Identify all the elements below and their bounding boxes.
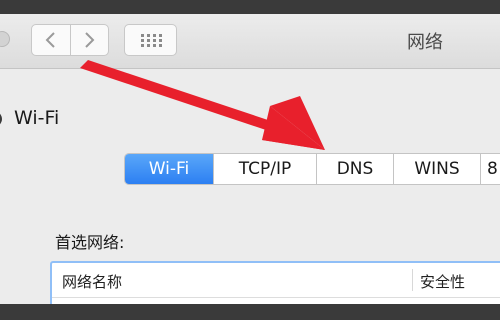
annotation-arrow (80, 60, 325, 150)
